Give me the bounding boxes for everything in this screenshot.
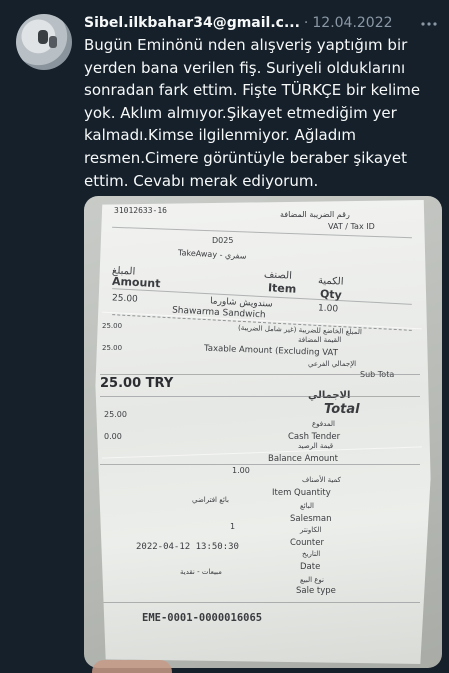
counter-value: 1 (230, 522, 236, 531)
receipt-code: D025 (212, 236, 234, 245)
balance-value: 0.00 (104, 432, 122, 441)
counter-ar: الكاونتر (300, 526, 322, 534)
row-amount: 25.00 (111, 293, 139, 305)
receipt-rule (100, 396, 420, 397)
saletype-value-ar: مبيعات - نقدية (180, 568, 222, 576)
saletype-label: Sale type (296, 586, 336, 596)
total-value: 25.00 TRY (100, 376, 174, 391)
col-item-ar: الصنف (263, 269, 293, 282)
cash-ar: المدفوع (312, 420, 335, 428)
tweet-date[interactable]: 12.04.2022 (312, 15, 392, 31)
author-name[interactable]: Sibel.ilkbahar34@gmail.c... (84, 15, 300, 31)
receipt-vat-ar: رقم الضريبة المضافة (280, 210, 350, 219)
salesman-label: Salesman (290, 514, 332, 524)
avatar-figure (38, 30, 48, 44)
receipt: 31012633-16 رقم الضريبة المضافة VAT / Ta… (95, 200, 431, 664)
author-avatar[interactable] (16, 14, 72, 70)
taxable-label: Taxable Amount (Excluding VAT (203, 343, 339, 359)
date-label: Date (300, 562, 321, 572)
subtotal-ar: الإجمالي الفرعي (308, 360, 357, 368)
receipt-rule (100, 374, 420, 375)
total-label: Total (324, 402, 360, 417)
salesman-ar: البائع (300, 502, 314, 510)
salesman-value-ar: بائع افتراضي (192, 496, 229, 504)
tweet-header: Sibel.ilkbahar34@gmail.c... · 12.04.2022 (84, 12, 439, 34)
balance-label: Balance Amount (268, 454, 339, 464)
receipt-takeaway: TakeAway - سفري (177, 248, 247, 261)
item-quantity-label: Item Quantity (272, 488, 331, 498)
receipt-tax-number: 31012633-16 (114, 206, 167, 215)
row-qty: 1.00 (317, 303, 339, 315)
more-horizontal-icon[interactable] (419, 14, 439, 34)
header-separator: · (303, 15, 309, 31)
col-item-label: Item (267, 281, 297, 296)
date-ar: التاريخ (302, 550, 321, 558)
receipt-vat-label: VAT / Tax ID (328, 222, 375, 231)
col-qty-ar: الكمية (317, 275, 344, 288)
taxable-amount-value: 25.00 (102, 322, 123, 330)
receipt-number: EME-0001-0000016065 (142, 612, 263, 624)
tweet-photo[interactable]: 31012633-16 رقم الضريبة المضافة VAT / Ta… (84, 196, 442, 668)
taxable-value: 25.00 (102, 344, 123, 352)
receipt-rule (100, 464, 420, 465)
finger-tip (92, 660, 172, 673)
saletype-ar: نوع البيع (300, 576, 324, 584)
paper-crease (102, 446, 422, 459)
receipt-rule (100, 602, 420, 603)
item-quantity-value: 1.00 (232, 466, 250, 475)
tax-ar: القيمة المضافة (298, 336, 342, 344)
cash-value: 25.00 (104, 410, 127, 419)
avatar-figure-2 (49, 36, 57, 48)
tweet-text: Bugün Eminönü nden alışveriş yaptığım bi… (84, 36, 421, 190)
balance-ar: قيمة الرصيد (298, 442, 334, 450)
item-quantity-ar: كمية الأصناف (302, 476, 341, 484)
date-value: 2022-04-12 13:50:30 (136, 542, 239, 552)
counter-label: Counter (290, 538, 324, 548)
cash-label: Cash Tender (288, 432, 341, 442)
